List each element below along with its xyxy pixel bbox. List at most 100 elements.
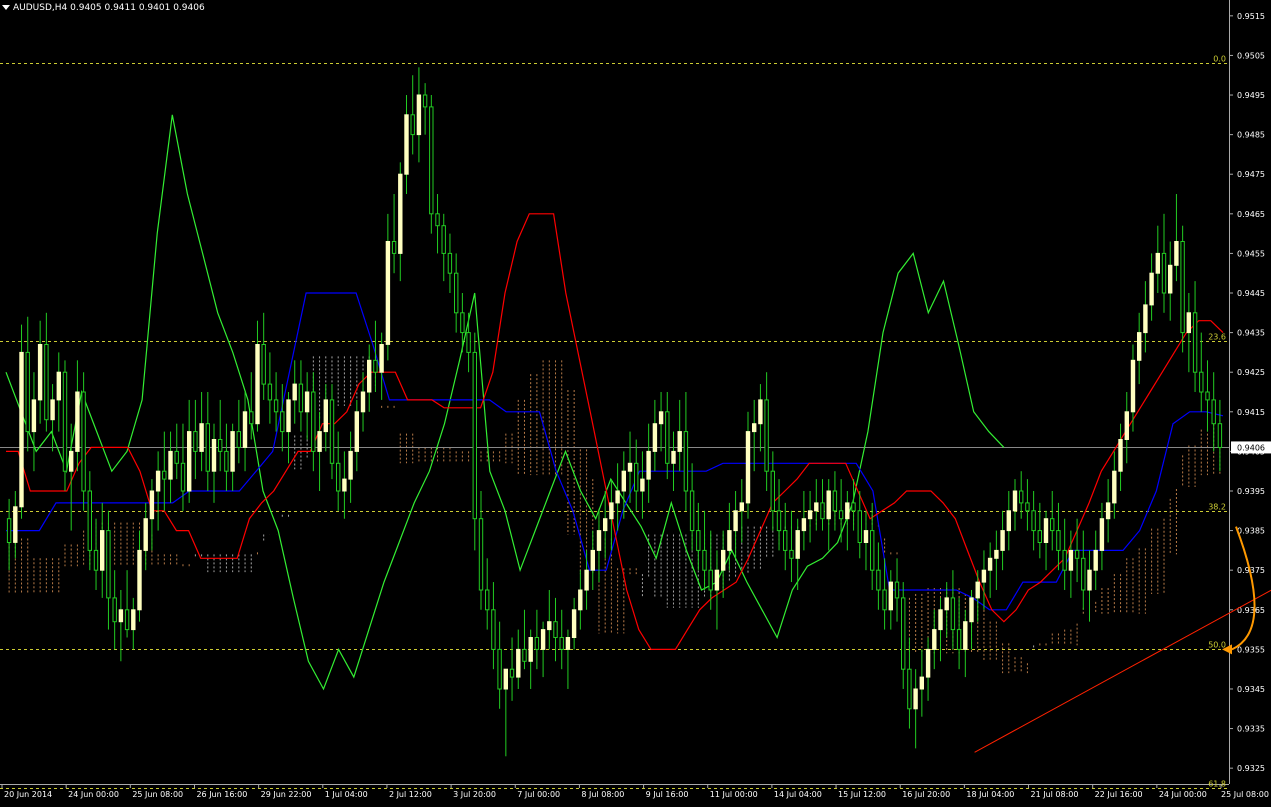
candle-body: [168, 450, 173, 480]
candle-body: [1155, 252, 1160, 274]
candle-body: [565, 637, 571, 650]
candle-body: [776, 510, 782, 532]
candle-body: [894, 581, 900, 599]
y-tick-label: 0.9495: [1237, 91, 1265, 100]
candle-body: [124, 609, 130, 631]
candle-body: [739, 502, 744, 512]
candle-body: [708, 569, 713, 591]
candle-body: [261, 344, 266, 385]
candle-body: [485, 589, 490, 611]
candle-body: [870, 530, 875, 571]
candle-body: [540, 629, 546, 650]
candle-body: [56, 371, 61, 401]
y-tick-label: 0.9505: [1237, 51, 1265, 60]
candle-body: [1000, 530, 1005, 551]
candle-body: [876, 569, 881, 591]
candle-body: [758, 399, 763, 425]
candle-body: [727, 530, 732, 551]
candle-body: [348, 450, 353, 480]
chart[interactable]: AUDUSD,H4 0.9405 0.9411 0.9401 0.9406 0.…: [0, 0, 1271, 803]
candle-body: [137, 549, 142, 611]
y-tick-label: 0.9395: [1237, 487, 1265, 496]
x-tick-label: 20 Jun 2014: [4, 790, 52, 799]
candle-body: [336, 462, 341, 492]
x-tick-label: 3 Jul 20:00: [453, 790, 496, 799]
candle-body: [162, 470, 167, 480]
candle-body: [1043, 518, 1049, 544]
current-price-label: 0.9406: [1237, 443, 1265, 452]
x-tick-label: 1 Jul 04:00: [325, 790, 368, 799]
candle-body: [1031, 510, 1036, 532]
candle-body: [1168, 264, 1173, 294]
candle-body: [31, 399, 37, 433]
candle-body: [180, 462, 186, 492]
candle-body: [1186, 312, 1191, 334]
candle-body: [857, 510, 862, 543]
x-tick-label: 18 Jul 04:00: [966, 790, 1014, 799]
candle-body: [634, 462, 639, 492]
candle-body: [621, 470, 626, 492]
symbol-label: AUDUSD,H4: [13, 3, 68, 13]
candle-body: [733, 510, 738, 532]
candle-body: [665, 411, 670, 464]
candle-body: [689, 490, 695, 532]
candle-body: [1037, 530, 1042, 543]
candle-body: [1137, 332, 1142, 361]
candle-body: [1130, 359, 1136, 413]
candle-body: [242, 411, 248, 448]
candle-body: [888, 581, 893, 611]
candle-body: [422, 94, 428, 108]
candle-body: [975, 581, 980, 599]
dropdown-arrow-icon[interactable]: [2, 5, 10, 10]
candle-body: [509, 668, 515, 678]
candle-body: [640, 478, 645, 492]
plot-frame: [0, 0, 1230, 785]
candle-body: [155, 470, 161, 492]
candle-body: [503, 668, 509, 690]
candle-body: [987, 557, 993, 571]
candle-body: [547, 621, 552, 631]
candle-body: [1025, 502, 1030, 512]
candle-body: [367, 359, 372, 393]
candle-body: [249, 411, 254, 425]
candle-body: [820, 502, 825, 520]
x-tick-label: 7 Jul 00:00: [517, 790, 560, 799]
candle-body: [385, 241, 391, 345]
candle-body: [93, 549, 99, 571]
candle-body: [932, 629, 937, 650]
x-tick-label: 29 Jun 22:00: [261, 790, 312, 799]
candle-body: [1105, 502, 1111, 520]
candle-body: [1093, 549, 1098, 571]
candle-body: [317, 431, 322, 452]
candle-body: [1199, 371, 1204, 393]
candle-body: [571, 609, 577, 638]
candle-body: [218, 439, 223, 452]
candle-body: [410, 114, 415, 136]
candle-body: [379, 344, 384, 373]
candle-body: [832, 490, 838, 512]
candle-body: [255, 344, 260, 425]
candle-body: [286, 399, 291, 433]
candle-body: [323, 399, 329, 433]
candle-body: [801, 518, 807, 532]
annotation-arc: [1231, 526, 1256, 651]
candle-body: [273, 399, 279, 413]
candle-body: [149, 490, 155, 520]
candle-body: [770, 470, 775, 512]
fibo-level-label: 61.8: [1208, 780, 1226, 789]
chart-title: AUDUSD,H4 0.9405 0.9411 0.9401 0.9406: [2, 3, 205, 13]
indicator-lines: [5, 114, 1224, 691]
fibo-level-label: 38.2: [1208, 503, 1226, 512]
candle-body: [1149, 272, 1154, 306]
fibo-level-label: 0.0: [1213, 55, 1226, 64]
candle-body: [845, 502, 850, 520]
chikou-span-line: [5, 114, 1005, 691]
candle-body: [44, 344, 49, 421]
candle-body: [1019, 490, 1024, 504]
candle-body: [627, 462, 633, 472]
candle-body: [863, 530, 869, 543]
candle-body: [683, 431, 689, 492]
x-tick-label: 2 Jul 12:00: [389, 790, 432, 799]
y-tick-label: 0.9435: [1237, 329, 1265, 338]
candle-body: [1211, 399, 1216, 425]
